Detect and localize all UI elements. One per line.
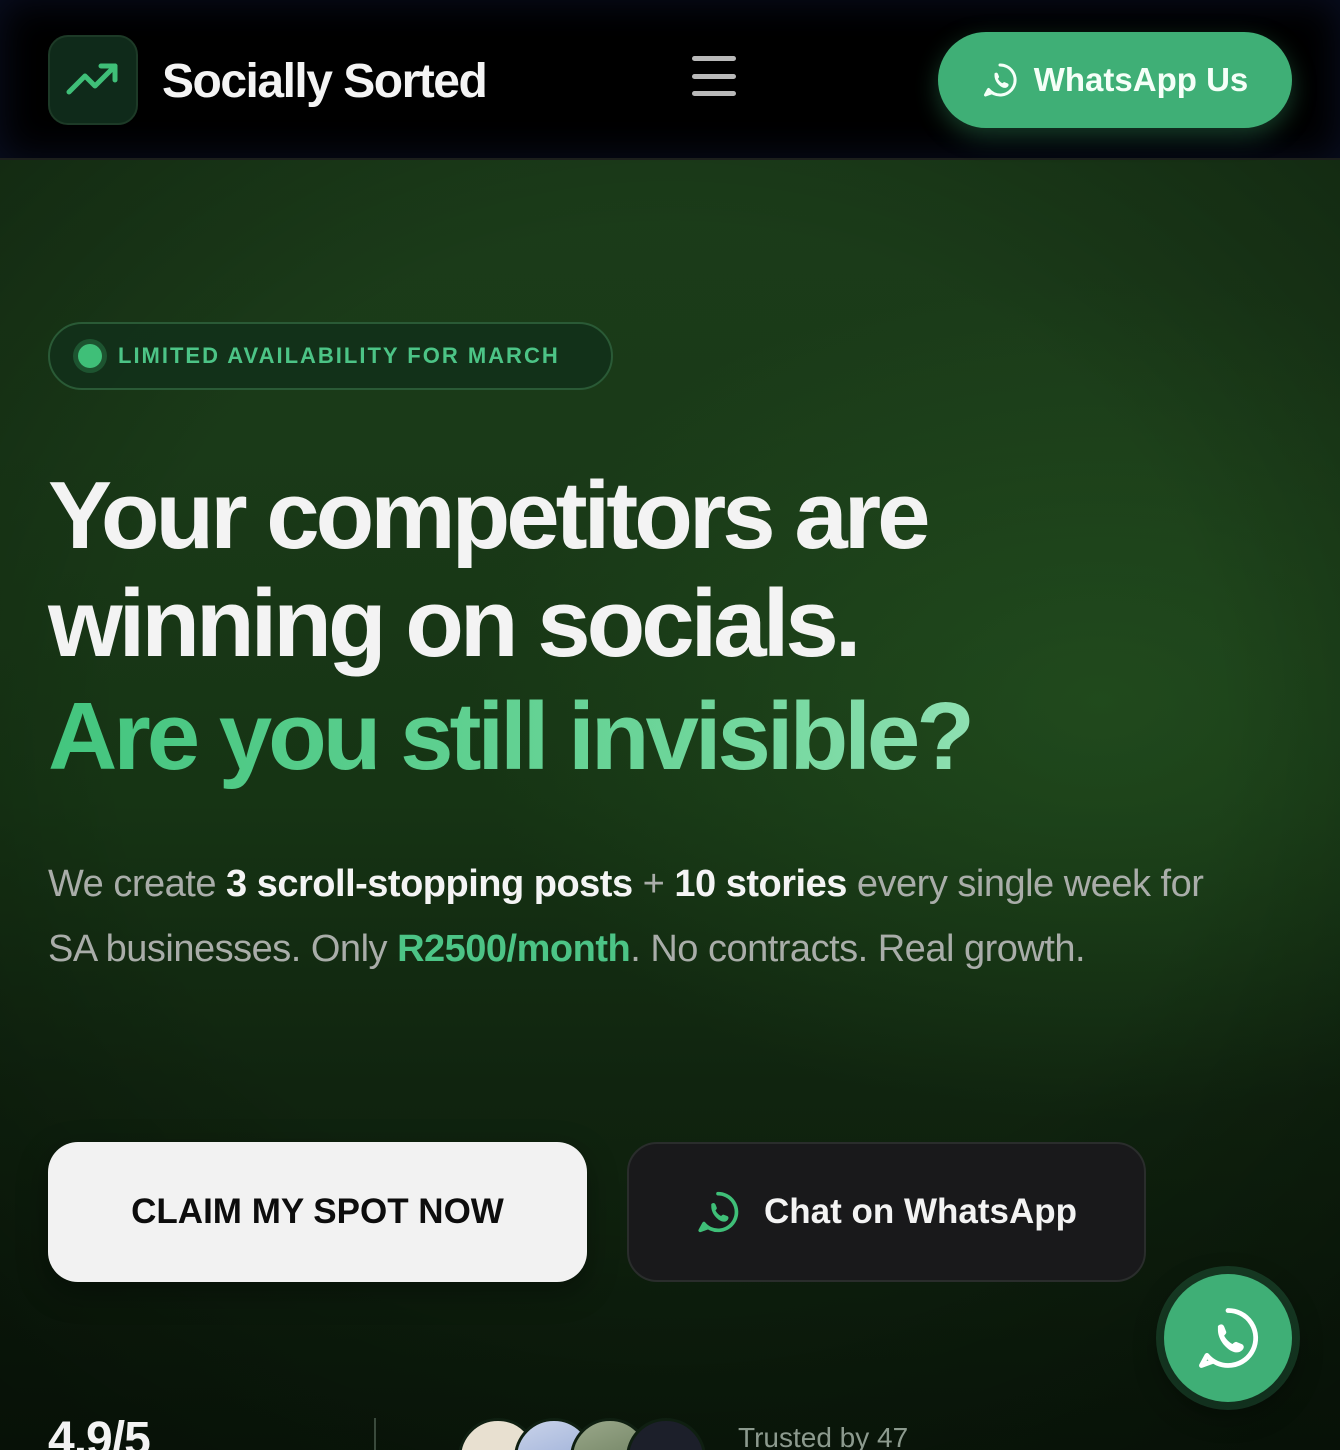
chat-whatsapp-button[interactable]: Chat on WhatsApp: [627, 1142, 1146, 1282]
logo[interactable]: [48, 35, 138, 125]
claim-spot-button[interactable]: CLAIM MY SPOT NOW: [48, 1142, 587, 1282]
floating-whatsapp-button[interactable]: [1164, 1274, 1292, 1402]
whatsapp-icon: [983, 63, 1017, 97]
chat-whatsapp-label: Chat on WhatsApp: [763, 1192, 1078, 1231]
headline-line-1: Your competitors are: [48, 462, 930, 569]
desc-price: R2500/month: [397, 928, 631, 970]
brand-name[interactable]: Socially Sorted: [162, 52, 488, 112]
site-header: Socially Sorted WhatsApp Us: [0, 0, 1340, 160]
availability-badge: LIMITED AVAILABILITY FOR MARCH: [48, 322, 613, 390]
hero-description: We create 3 scroll-stopping posts + 10 s…: [48, 852, 1208, 982]
trusted-text: Trusted by 47: [738, 1422, 909, 1450]
whatsapp-us-label: WhatsApp Us: [1033, 61, 1249, 98]
divider: [374, 1418, 376, 1450]
hamburger-menu-icon[interactable]: [692, 56, 736, 96]
status-dot-icon: [78, 344, 102, 368]
rating-value: 4.9/5: [48, 1413, 151, 1450]
desc-text-4: . No contracts. Real growth.: [630, 928, 1086, 970]
desc-text-1: We create: [48, 863, 227, 905]
whatsapp-icon: [1199, 1308, 1259, 1368]
whatsapp-us-button[interactable]: WhatsApp Us: [938, 32, 1292, 128]
headline-line-2: winning on socials.: [48, 570, 861, 677]
trending-up-icon: [66, 63, 118, 95]
desc-stories: 10 stories: [674, 863, 847, 905]
desc-posts: 3 scroll-stopping posts: [226, 863, 633, 905]
hero-headline: Your competitors are winning on socials.: [48, 462, 1048, 678]
desc-text-2: +: [632, 863, 675, 905]
headline-accent: Are you still invisible?: [48, 683, 1148, 791]
whatsapp-icon: [698, 1191, 739, 1233]
availability-text: LIMITED AVAILABILITY FOR MARCH: [118, 343, 560, 368]
